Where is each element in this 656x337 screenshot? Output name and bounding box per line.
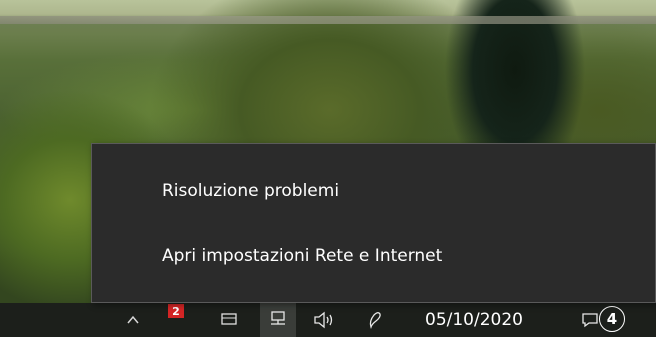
chevron-up-icon[interactable] xyxy=(118,303,148,337)
app-badge-count: 2 xyxy=(172,304,180,318)
network-context-menu: Risoluzione problemi Apri impostazioni R… xyxy=(91,143,656,303)
notification-count: 4 xyxy=(606,310,618,328)
pen-icon[interactable] xyxy=(360,303,390,337)
app-badge-icon[interactable]: 2 xyxy=(168,304,184,318)
menu-item-open-network-settings[interactable]: Apri impostazioni Rete e Internet xyxy=(92,239,655,273)
wallpaper-road xyxy=(0,16,656,24)
network-icon[interactable] xyxy=(262,303,294,337)
notification-count-badge[interactable]: 4 xyxy=(599,306,625,332)
menu-item-troubleshoot-label: Risoluzione problemi xyxy=(162,181,340,201)
volume-icon[interactable] xyxy=(308,303,342,337)
menu-item-troubleshoot[interactable]: Risoluzione problemi xyxy=(92,174,655,208)
menu-item-open-network-settings-label: Apri impostazioni Rete e Internet xyxy=(162,246,443,266)
taskbar-clock-date[interactable]: 05/10/2020 xyxy=(425,307,555,333)
battery-icon[interactable] xyxy=(214,303,244,337)
